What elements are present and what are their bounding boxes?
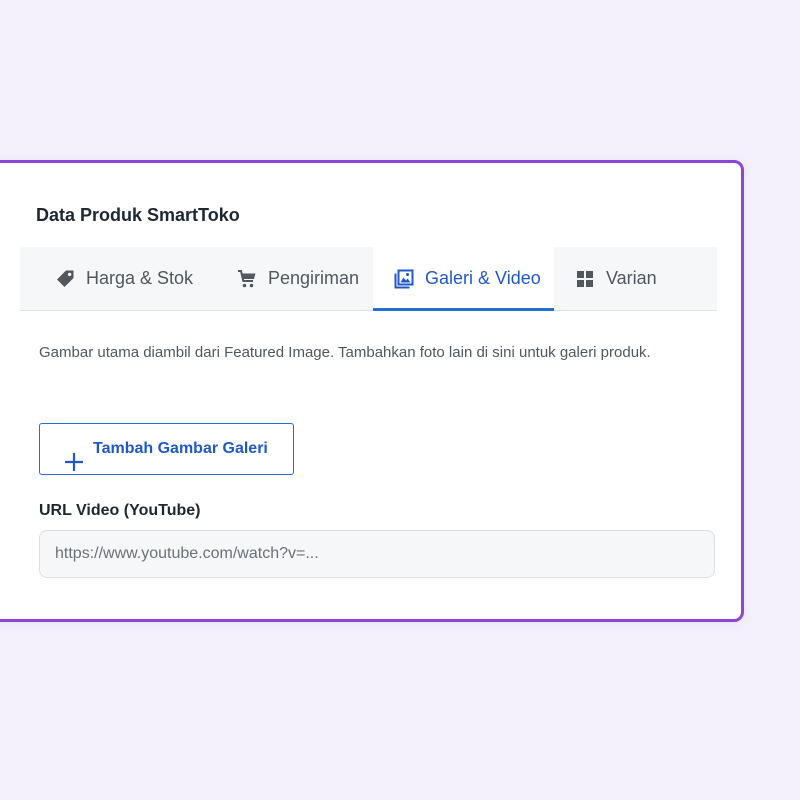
tab-label: Varian — [606, 268, 657, 288]
add-gallery-image-button[interactable]: Tambah Gambar Galeri — [39, 423, 294, 475]
grid-icon — [574, 268, 596, 290]
panel-title: Data Produk SmartToko — [36, 205, 240, 225]
tab-bar: Harga & Stok Pengiriman Galeri & Video V… — [20, 247, 717, 311]
product-data-panel: Data Produk SmartToko Harga & Stok Pengi… — [0, 160, 744, 622]
tag-icon — [54, 268, 76, 290]
gallery-description: Gambar utama diambil dari Featured Image… — [39, 344, 651, 361]
tab-harga-stok[interactable]: Harga & Stok — [20, 247, 200, 310]
tab-label: Galeri & Video — [425, 268, 541, 288]
video-url-input[interactable] — [39, 530, 715, 578]
cart-icon — [236, 268, 258, 290]
video-url-label: URL Video (YouTube) — [39, 502, 201, 519]
add-gallery-image-label: Tambah Gambar Galeri — [93, 440, 268, 457]
tab-pengiriman[interactable]: Pengiriman — [200, 247, 373, 310]
plus-icon — [64, 452, 84, 472]
tab-label: Harga & Stok — [86, 268, 194, 288]
tab-galeri-video[interactable]: Galeri & Video — [373, 247, 554, 311]
tab-varian[interactable]: Varian — [554, 247, 704, 310]
image-gallery-icon — [393, 268, 415, 290]
tab-label: Pengiriman — [268, 268, 360, 288]
